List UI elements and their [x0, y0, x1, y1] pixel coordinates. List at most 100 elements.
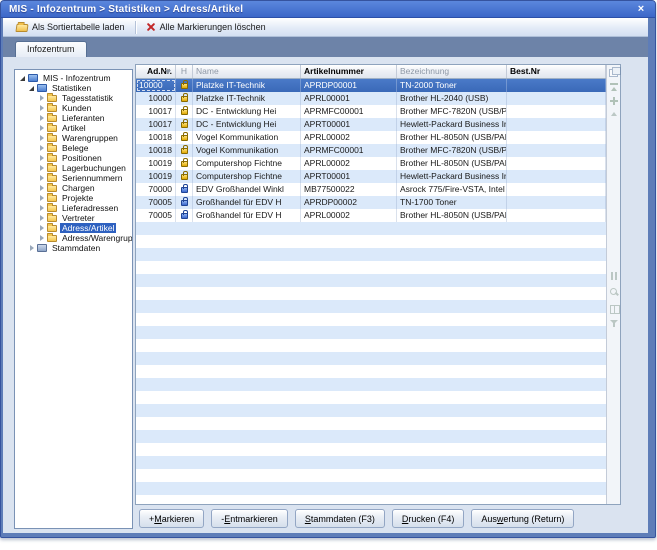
load-sort-table-label: Als Sortiertabelle laden: [32, 22, 125, 32]
table-row[interactable]: 10017 DC - Entwicklung Hei APRT00001 Hew…: [136, 118, 606, 131]
folder-icon: [47, 185, 57, 192]
collapse-arrow-icon[interactable]: [38, 134, 46, 142]
collapse-arrow-icon[interactable]: [38, 214, 46, 222]
table-row[interactable]: 10019 Computershop Fichtne APRT00001 Hew…: [136, 170, 606, 183]
navigation-tree: MIS - Infozentrum Statistiken Tagesstati…: [14, 69, 133, 529]
lock-icon: [181, 200, 188, 206]
lock-icon: [181, 135, 188, 141]
tree-item-lieferanten[interactable]: Lieferanten: [15, 113, 132, 123]
folder-icon: [47, 145, 57, 152]
lock-icon: [181, 148, 188, 154]
entmarkieren-button[interactable]: - Entmarkieren: [211, 509, 288, 528]
collapse-arrow-icon[interactable]: [38, 184, 46, 192]
empty-rows-area: [136, 222, 606, 504]
lock-icon: [181, 174, 188, 180]
folder-icon: [47, 215, 57, 222]
tree-item-tagesstatistik[interactable]: Tagesstatistik: [15, 93, 132, 103]
toolbar: Als Sortiertabelle laden Alle Markierung…: [3, 18, 648, 37]
folder-icon: [47, 95, 57, 102]
collapse-arrow-icon[interactable]: [38, 144, 46, 152]
collapse-arrow-icon[interactable]: [38, 234, 46, 242]
collapse-arrow-icon[interactable]: [38, 204, 46, 212]
column-header-artikelnummer[interactable]: Artikelnummer: [301, 65, 397, 78]
column-header-h[interactable]: H: [176, 65, 193, 78]
tree-item-stammdaten[interactable]: Stammdaten: [15, 243, 132, 253]
tree-item-seriennummern[interactable]: Seriennummern: [15, 173, 132, 183]
column-header-name[interactable]: Name: [193, 65, 301, 78]
data-grid: Ad.Nr. H Name Artikelnummer Bezeichnung …: [135, 64, 621, 505]
tab-infozentrum[interactable]: Infozentrum: [15, 41, 87, 57]
table-row[interactable]: 10017 DC - Entwicklung Hei APRMFC00001 B…: [136, 105, 606, 118]
tree-item-lagerbuchungen[interactable]: Lagerbuchungen: [15, 163, 132, 173]
tree-item-adress-warengruppen[interactable]: Adress/Warengruppen: [15, 233, 132, 243]
expand-arrow-icon[interactable]: [19, 74, 27, 82]
collapse-arrow-icon[interactable]: [38, 174, 46, 182]
freeze-columns-icon[interactable]: [609, 271, 619, 281]
app-window: MIS - Infozentrum > Statistiken > Adress…: [0, 0, 656, 538]
tree-item-warengruppen[interactable]: Warengruppen: [15, 133, 132, 143]
folder-icon: [47, 115, 57, 122]
collapse-arrow-icon[interactable]: [38, 114, 46, 122]
content-area: MIS - Infozentrum Statistiken Tagesstati…: [3, 57, 648, 533]
red-x-icon: [146, 22, 156, 32]
collapse-arrow-icon[interactable]: [38, 124, 46, 132]
table-row[interactable]: 70000 EDV Großhandel Winkl MB77500022 As…: [136, 183, 606, 196]
table-row[interactable]: 10018 Vogel Kommunikation APRMFC00001 Br…: [136, 144, 606, 157]
load-sort-table-button[interactable]: Als Sortiertabelle laden: [9, 19, 132, 36]
markieren-button[interactable]: + Markieren: [139, 509, 204, 528]
tree-item-belege[interactable]: Belege: [15, 143, 132, 153]
collapse-arrow-icon[interactable]: [38, 224, 46, 232]
insert-icon[interactable]: [609, 96, 619, 106]
collapse-arrow-icon[interactable]: [38, 194, 46, 202]
table-row[interactable]: 10000 Platzke IT-Technik APRDP00001 TN-2…: [136, 79, 606, 92]
scroll-top-icon[interactable]: [609, 83, 619, 93]
lock-icon: [181, 213, 188, 219]
column-header-bestnr[interactable]: Best.Nr: [507, 65, 606, 78]
window-title: MIS - Infozentrum > Statistiken > Adress…: [1, 4, 243, 15]
collapse-arrow-icon[interactable]: [28, 244, 36, 252]
lock-icon: [181, 161, 188, 167]
tree-item-lieferadressen[interactable]: Lieferadressen: [15, 203, 132, 213]
table-row[interactable]: 70005 Großhandel für EDV H APRL00002 Bro…: [136, 209, 606, 222]
grid-view-icon[interactable]: [609, 304, 619, 314]
tree-item-artikel[interactable]: Artikel: [15, 123, 132, 133]
lock-icon: [181, 187, 188, 193]
toolbar-separator: [135, 21, 136, 34]
column-chooser-icon[interactable]: [609, 67, 619, 77]
folder-icon: [47, 155, 57, 162]
clear-marks-button[interactable]: Alle Markierungen löschen: [139, 19, 273, 36]
drucken-button[interactable]: Drucken (F4): [392, 509, 465, 528]
collapse-arrow-icon[interactable]: [38, 154, 46, 162]
table-row[interactable]: 70005 Großhandel für EDV H APRDP00002 TN…: [136, 196, 606, 209]
table-row[interactable]: 10019 Computershop Fichtne APRL00002 Bro…: [136, 157, 606, 170]
tree-item-adress-artikel[interactable]: Adress/Artikel: [15, 223, 132, 233]
close-icon[interactable]: ×: [634, 2, 648, 16]
tree-item-positionen[interactable]: Positionen: [15, 153, 132, 163]
tree-item-statistiken[interactable]: Statistiken: [15, 83, 132, 93]
collapse-arrow-icon[interactable]: [38, 104, 46, 112]
folder-icon: [47, 225, 57, 232]
search-icon[interactable]: [609, 287, 619, 297]
lock-icon: [181, 109, 188, 115]
tree-item-vertreter[interactable]: Vertreter: [15, 213, 132, 223]
tree-item-chargen[interactable]: Chargen: [15, 183, 132, 193]
database-icon: [37, 244, 47, 252]
column-header-bezeichnung[interactable]: Bezeichnung: [397, 65, 507, 78]
collapse-arrow-icon[interactable]: [38, 164, 46, 172]
scroll-up-icon[interactable]: [609, 109, 619, 119]
column-header-adnr[interactable]: Ad.Nr.: [136, 65, 176, 78]
collapse-arrow-icon[interactable]: [38, 94, 46, 102]
table-header: Ad.Nr. H Name Artikelnummer Bezeichnung …: [136, 65, 606, 79]
tree-item-projekte[interactable]: Projekte: [15, 193, 132, 203]
stammdaten-button[interactable]: Stammdaten (F3): [295, 509, 385, 528]
tree-item-mis-infozentrum[interactable]: MIS - Infozentrum: [15, 73, 132, 83]
filter-icon[interactable]: [609, 319, 619, 329]
folder-icon: [47, 105, 57, 112]
table-row[interactable]: 10018 Vogel Kommunikation APRL00002 Brot…: [136, 131, 606, 144]
folder-icon: [47, 165, 57, 172]
expand-arrow-icon[interactable]: [28, 84, 36, 92]
tree-item-kunden[interactable]: Kunden: [15, 103, 132, 113]
table-row[interactable]: 10000 Platzke IT-Technik APRL00001 Broth…: [136, 92, 606, 105]
grid-tool-strip: [606, 65, 620, 504]
auswertung-button[interactable]: Auswertung (Return): [471, 509, 574, 528]
